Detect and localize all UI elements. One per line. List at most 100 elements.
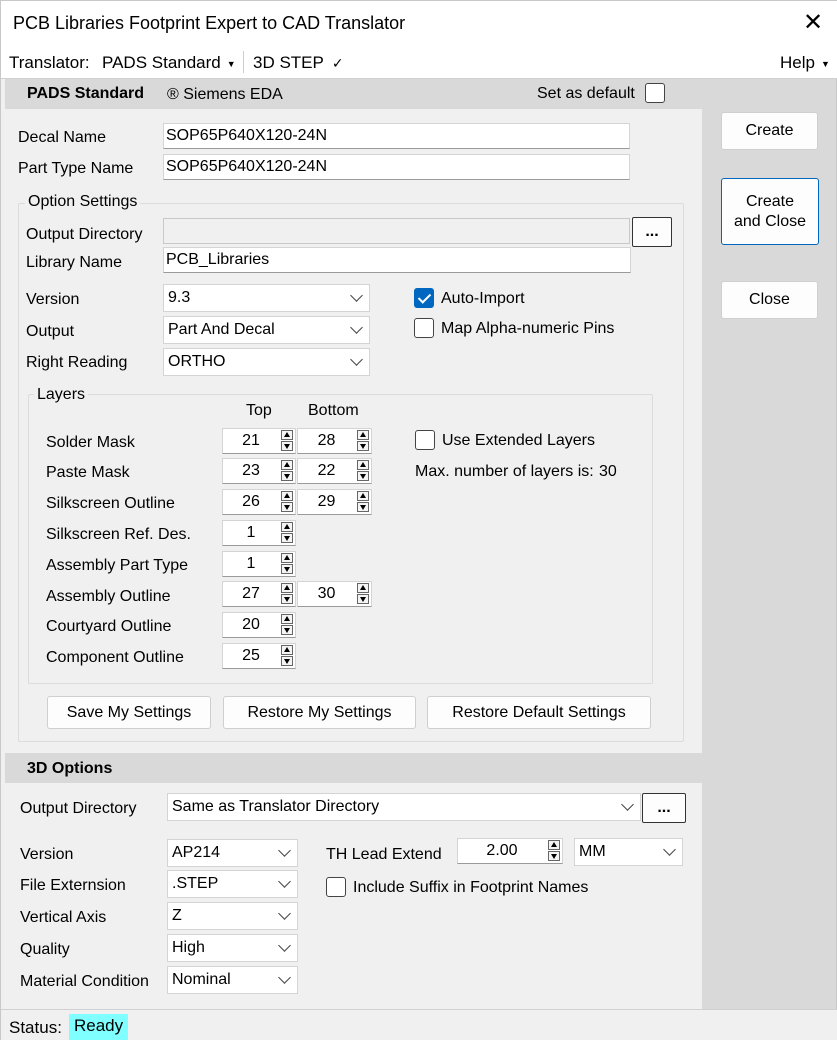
options3d-browse-button[interactable]: ... [642,793,686,823]
output-directory-input[interactable] [163,218,630,244]
spin-up-icon[interactable] [281,614,293,624]
restore-default-settings-button[interactable]: Restore Default Settings [427,696,651,729]
courtyard-outline-top-stepper[interactable]: 20 [222,612,296,638]
spin-down-icon[interactable] [281,594,293,604]
use-extended-layers-checkbox[interactable] [415,430,435,450]
silkscreen-outline-bottom-stepper[interactable]: 29 [297,489,372,515]
assembly-part-type-top-value: 1 [246,555,256,572]
step-menu-label: 3D STEP [253,53,324,72]
assembly-part-type-top-stepper[interactable]: 1 [222,551,296,577]
options3d-version-label: Version [20,846,74,863]
help-menu-label: Help [780,53,815,72]
pads-title: PADS Standard [27,85,145,102]
output-select[interactable]: Part And Decal [163,316,370,344]
option-settings-title: Option Settings [25,193,141,211]
use-extended-layers-label: Use Extended Layers [442,432,595,449]
library-name-label: Library Name [26,254,123,271]
layer-label-assembly-outline: Assembly Outline [46,588,171,605]
assembly-outline-top-value: 27 [242,585,260,602]
translator-label: Translator: [9,53,90,72]
spin-down-icon[interactable] [357,441,369,451]
chevron-down-icon [350,289,363,302]
spin-up-icon[interactable] [357,430,369,440]
component-outline-top-stepper[interactable]: 25 [222,643,296,669]
spin-up-icon[interactable] [548,840,560,850]
decal-name-input[interactable]: SOP65P640X120-24N [163,123,630,149]
silkscreen-outline-top-stepper[interactable]: 26 [222,489,296,515]
quality-select[interactable]: High [167,934,298,962]
spin-up-icon[interactable] [281,430,293,440]
layer-label-solder-mask: Solder Mask [46,434,135,451]
spin-down-icon[interactable] [548,851,560,861]
quality-value: High [172,939,205,956]
output-directory-label: Output Directory [26,226,143,243]
version-select[interactable]: 9.3 [163,284,370,312]
caret-down-icon: ▼ [820,58,830,69]
spin-down-icon[interactable] [281,564,293,574]
spin-down-icon[interactable] [357,471,369,481]
spin-up-icon[interactable] [357,583,369,593]
create-and-close-button[interactable]: Create and Close [721,178,819,245]
spin-up-icon[interactable] [281,491,293,501]
help-menu[interactable]: Help ▼ [780,53,830,73]
silkscreen-ref-des-top-stepper[interactable]: 1 [222,520,296,546]
checkmark-icon: ✓ [331,55,344,71]
spin-down-icon[interactable] [281,533,293,543]
spin-up-icon[interactable] [281,522,293,532]
spin-up-icon[interactable] [281,645,293,655]
paste-mask-top-stepper[interactable]: 23 [222,458,296,484]
right-reading-select[interactable]: ORTHO [163,348,370,376]
spin-down-icon[interactable] [357,502,369,512]
solder-mask-top-stepper[interactable]: 21 [222,428,296,454]
spin-down-icon[interactable] [281,502,293,512]
library-name-input[interactable]: PCB_Libraries [163,247,631,273]
chevron-down-icon [278,875,291,888]
map-alpha-numeric-pins-checkbox[interactable] [414,318,434,338]
restore-my-settings-button[interactable]: Restore My Settings [223,696,416,729]
set-default-label: Set as default [537,85,635,102]
options3d-version-value: AP214 [172,844,221,861]
spin-down-icon[interactable] [281,656,293,666]
th-lead-extend-stepper[interactable]: 2.00 [457,838,563,864]
chevron-down-icon [350,321,363,334]
options3d-version-select[interactable]: AP214 [167,839,298,867]
spin-down-icon[interactable] [281,625,293,635]
spin-up-icon[interactable] [281,553,293,563]
status-value-badge: Ready [69,1014,129,1040]
translator-menu-label: PADS Standard [102,53,221,72]
assembly-outline-bottom-stepper[interactable]: 30 [297,581,372,607]
browse-output-directory-button[interactable]: ... [632,217,672,247]
paste-mask-bottom-stepper[interactable]: 22 [297,458,372,484]
vertical-axis-select[interactable]: Z [167,902,298,930]
spin-down-icon[interactable] [281,471,293,481]
set-default-checkbox[interactable] [645,83,665,103]
spin-up-icon[interactable] [357,460,369,470]
spin-up-icon[interactable] [357,491,369,501]
create-button[interactable]: Create [721,112,818,150]
translator-menu[interactable]: PADS Standard ▼ [102,53,236,73]
step-menu[interactable]: 3D STEP ✓ [253,53,344,73]
spin-down-icon[interactable] [281,441,293,451]
spin-up-icon[interactable] [281,583,293,593]
spin-up-icon[interactable] [281,460,293,470]
solder-mask-top-value: 21 [242,432,260,449]
close-icon[interactable]: ✕ [801,9,825,37]
options3d-title: 3D Options [27,760,113,777]
file-extension-select[interactable]: .STEP [167,870,298,898]
silkscreen-outline-bottom-value: 29 [317,493,336,510]
layers-col-top: Top [246,402,272,419]
th-lead-unit-select[interactable]: MM [574,838,683,866]
save-my-settings-button[interactable]: Save My Settings [47,696,211,729]
spin-down-icon[interactable] [357,594,369,604]
material-condition-select[interactable]: Nominal [167,966,298,994]
close-button[interactable]: Close [721,281,818,319]
auto-import-checkbox[interactable] [414,288,434,308]
courtyard-outline-top-value: 20 [242,616,260,633]
include-suffix-checkbox[interactable] [326,877,346,897]
options3d-output-directory-select[interactable]: Same as Translator Directory [167,793,641,821]
assembly-outline-top-stepper[interactable]: 27 [222,581,296,607]
part-type-name-input[interactable]: SOP65P640X120-24N [163,154,630,180]
th-lead-extend-label: TH Lead Extend [326,846,442,863]
solder-mask-bottom-stepper[interactable]: 28 [297,428,372,454]
chevron-down-icon [278,939,291,952]
